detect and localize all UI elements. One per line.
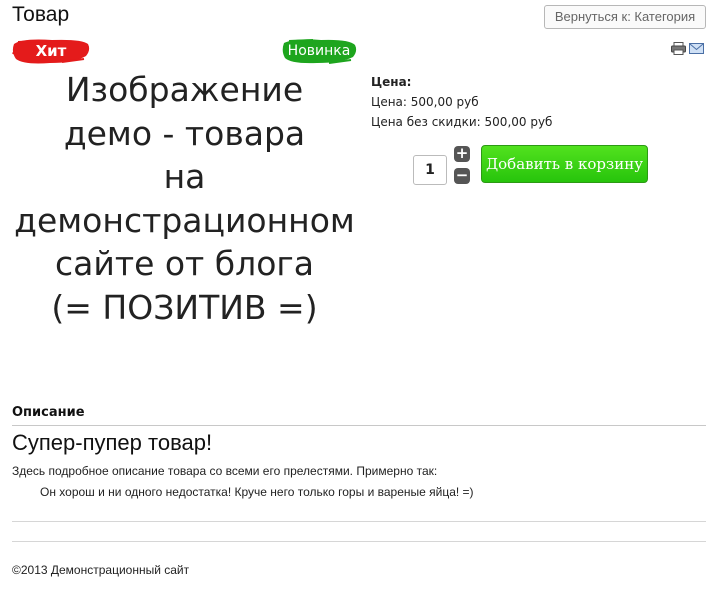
add-to-cart-button[interactable]: Добавить в корзину xyxy=(481,145,648,183)
price-heading: Цена: xyxy=(371,75,412,89)
description-quote: Он хорош и ни одного недостатка! Круче н… xyxy=(40,485,474,499)
new-badge: Новинка xyxy=(281,36,357,68)
description-text: Здесь подробное описание товара со всеми… xyxy=(12,464,438,478)
price-block: Цена: Цена: 500,00 руб Цена без скидки: … xyxy=(371,72,552,132)
image-text-line: на xyxy=(163,157,206,196)
quantity-increase-button[interactable]: + xyxy=(454,146,470,162)
back-to-category-button[interactable]: Вернуться к: Категория xyxy=(544,5,706,29)
description-heading: Описание xyxy=(12,405,85,420)
email-icon[interactable] xyxy=(689,40,704,54)
quantity-decrease-button[interactable]: − xyxy=(454,168,470,184)
image-text-line: сайте от блога xyxy=(55,244,314,283)
new-badge-label: Новинка xyxy=(287,43,351,59)
price-without-discount: Цена без скидки: 500,00 руб xyxy=(371,115,553,129)
footer-copyright: ©2013 Демонстрационный сайт xyxy=(12,563,190,577)
hit-badge-label: Хит xyxy=(35,42,67,60)
product-actions xyxy=(671,40,704,55)
hit-badge: Хит xyxy=(12,36,90,68)
quantity-input[interactable]: 1 xyxy=(413,155,447,185)
product-image[interactable]: Хит Новинка Изображение демо - товара на… xyxy=(12,34,357,334)
image-text-line: демо - товара xyxy=(63,113,306,153)
divider xyxy=(12,425,706,426)
page-title: Товар xyxy=(12,3,70,26)
print-icon[interactable] xyxy=(671,40,686,55)
price-value: Цена: 500,00 руб xyxy=(371,95,479,109)
divider xyxy=(12,541,706,542)
image-text-line: демонстрационном xyxy=(14,200,355,240)
divider xyxy=(12,521,706,522)
image-text-line: (= ПОЗИТИВ =) xyxy=(51,287,318,327)
description-title: Супер-пупер товар! xyxy=(12,430,213,455)
image-text-line: Изображение xyxy=(65,70,304,109)
product-image-placeholder-text: Изображение демо - товара на демонстраци… xyxy=(12,68,357,329)
